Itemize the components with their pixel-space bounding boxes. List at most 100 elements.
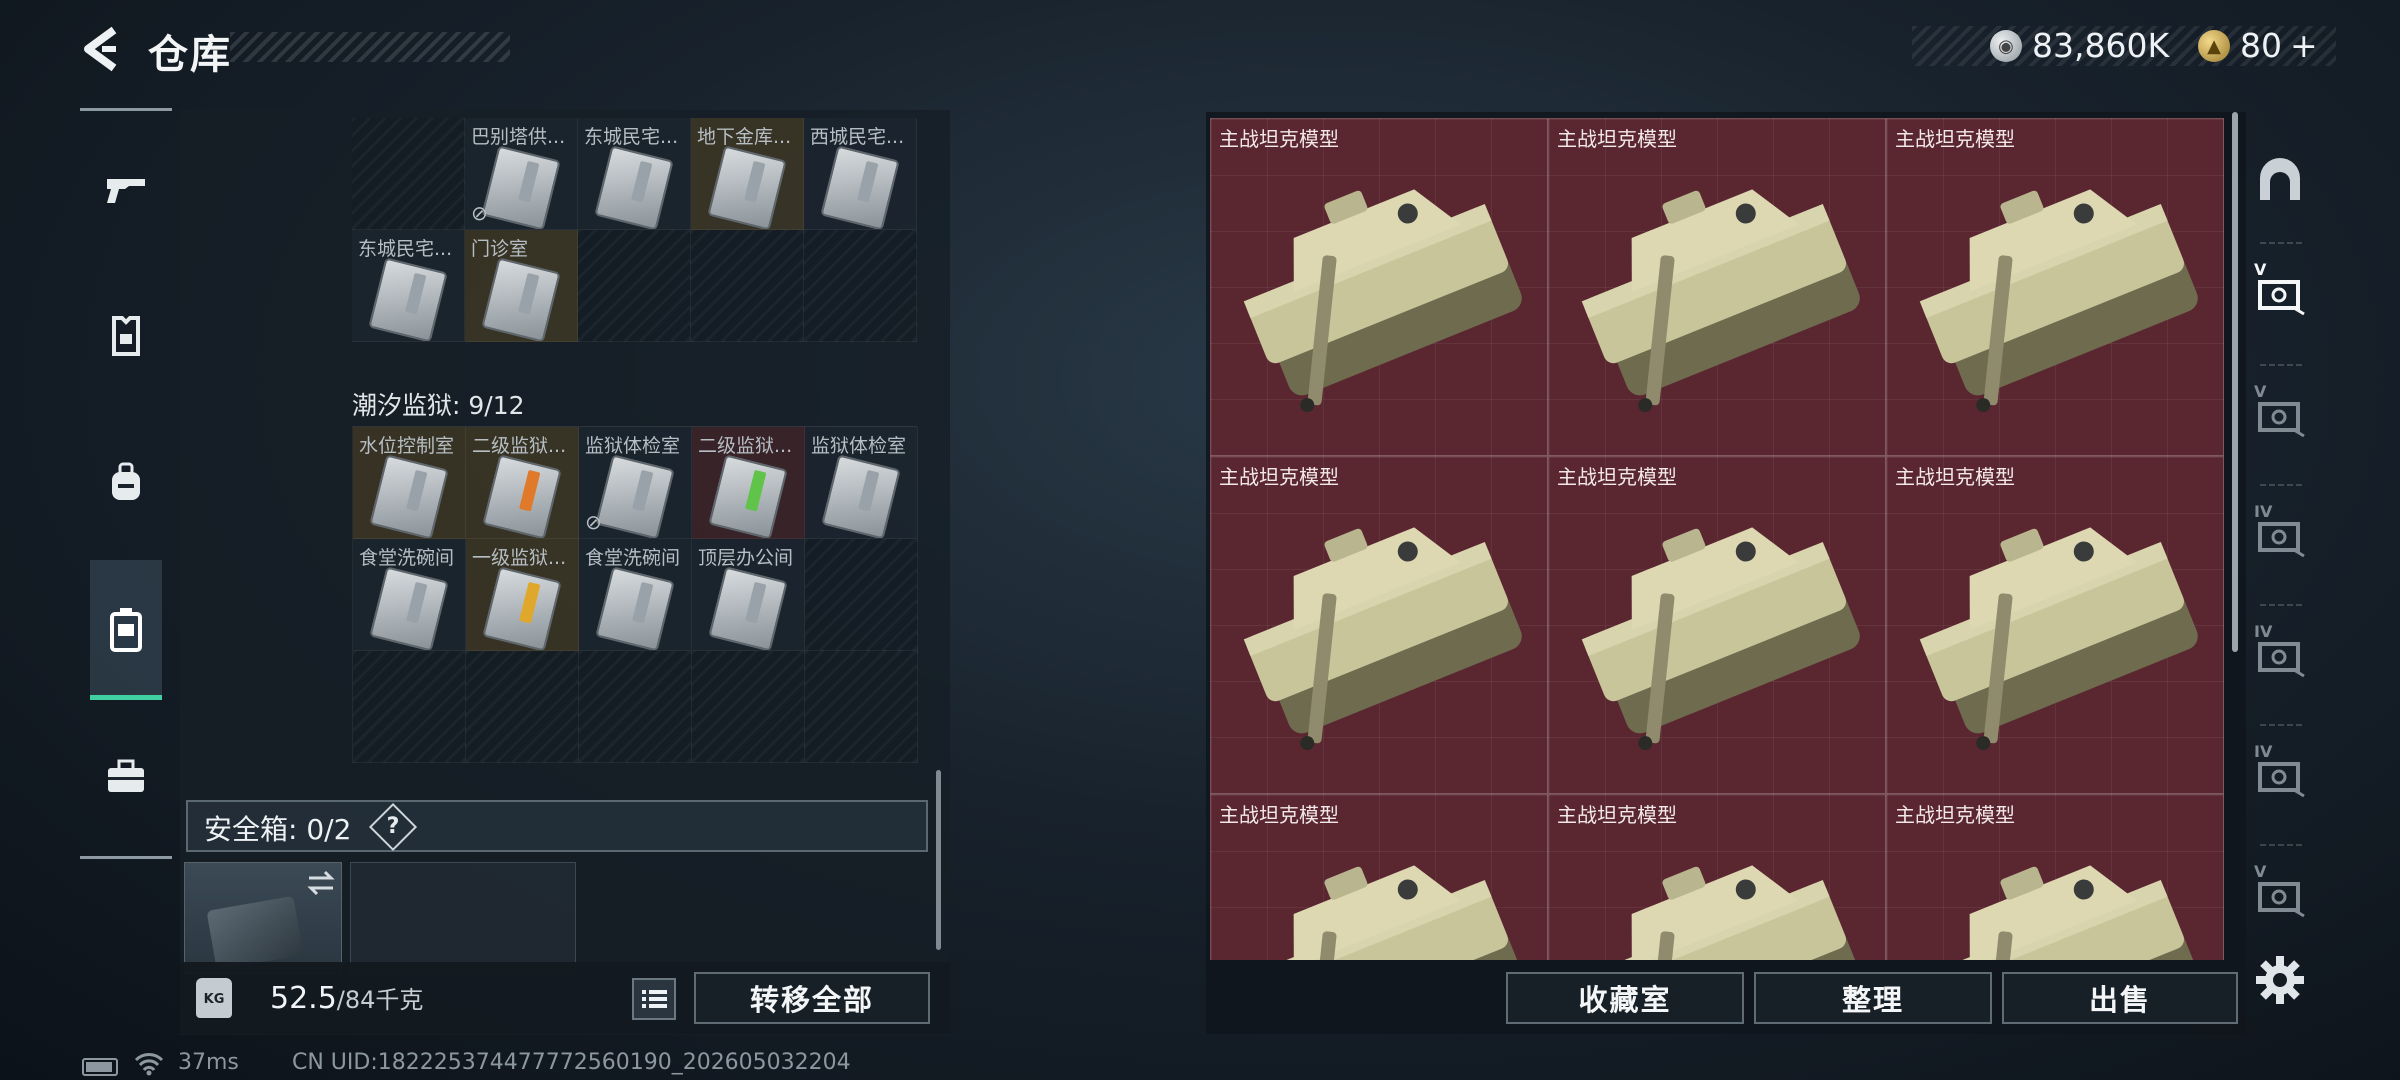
weight-icon: KG [196,978,232,1018]
tank-model-image [1919,527,2198,751]
tank-model-image [1581,865,1860,960]
safe-box-label: 安全箱: 0/2 [204,813,352,846]
rnav-tier-filter[interactable]: V [2248,260,2312,324]
battery-icon [82,1058,118,1076]
tier-label: V [2254,260,2267,279]
keycard-image [482,454,562,538]
collection-room-button[interactable]: 收藏室 [1506,972,1744,1024]
keycard-label: 顶层办公间 [698,547,794,569]
keycard-label: 东城民宅... [584,126,679,148]
keycard-slot[interactable]: 地下金库... [691,118,804,230]
keycard-slot[interactable]: 监狱体检室 [805,427,918,539]
item-tile[interactable]: 主战坦克模型 [1886,118,2224,456]
sell-button[interactable]: 出售 [2002,972,2238,1024]
rnav-tier-filter[interactable]: IV [2248,622,2312,686]
keycard-image [820,145,900,229]
item-label: 主战坦克模型 [1219,465,1339,489]
keycard-label: 东城民宅... [358,238,453,260]
item-tile[interactable]: 主战坦克模型 [1886,794,2224,960]
keycard-slot[interactable]: 二级监狱... [692,427,805,539]
item-tile[interactable]: 主战坦克模型 [1210,456,1548,794]
keycard-slot[interactable]: 顶层办公间 [692,539,805,651]
right-scrollbar[interactable] [2232,112,2238,652]
swap-icon [307,870,335,896]
keycard-slot[interactable]: 二级监狱... [466,427,579,539]
empty-slot [692,651,805,763]
keycard-image [595,454,675,538]
tank-model-image [1243,189,1522,413]
item-tile[interactable]: 主战坦克模型 [1548,456,1886,794]
arch-icon [2260,158,2300,200]
rnav-tier-filter[interactable]: V [2248,862,2312,926]
keycard-slot[interactable]: 西城民宅... [804,118,917,230]
wifi-icon [134,1053,164,1076]
keycard-slot[interactable]: 东城民宅... [352,230,465,342]
item-tile[interactable]: 主战坦克模型 [1886,456,2224,794]
safe-box-item-image [206,895,304,971]
tank-model-image [1243,527,1522,751]
add-gold-button[interactable]: + [2290,26,2318,65]
item-tile[interactable]: 主战坦克模型 [1210,794,1548,960]
section-label: 潮汐监狱: 9/12 [352,391,525,420]
keycard-slot[interactable]: 监狱体检室 ⊘ [579,427,692,539]
transfer-all-button[interactable]: 转移全部 [694,972,930,1024]
keycard-image [482,566,562,650]
keycard-image [369,454,449,538]
nav-toolbox[interactable] [90,740,162,812]
keycard-slot[interactable]: 一级监狱... [466,539,579,651]
nav-backpack[interactable] [90,446,162,518]
keycard-slot[interactable]: 门诊室 [465,230,578,342]
list-view-button[interactable] [632,978,676,1020]
rnav-divider [2260,242,2302,244]
keycard-label: 监狱体检室 [585,435,681,457]
safe-box-slot[interactable] [184,862,342,974]
rnav-all[interactable] [2248,148,2312,212]
item-label: 主战坦克模型 [1219,127,1339,151]
item-tile[interactable]: 主战坦克模型 [1548,794,1886,960]
tank-model-image [1581,527,1860,751]
keycard-slot[interactable]: 东城民宅... [578,118,691,230]
settings-gear-icon[interactable] [2252,952,2308,1008]
empty-slot [466,651,579,763]
keycard-image [708,566,788,650]
briefcase-icon [108,759,144,792]
tank-model-image [1919,189,2198,413]
empty-slot [353,651,466,763]
tier-label: V [2254,382,2267,401]
item-tile[interactable]: 主战坦克模型 [1548,118,1886,456]
safe-box-slot-empty[interactable] [350,862,576,974]
keycard-slot[interactable]: 巴别塔供... ⊘ [465,118,578,230]
nav-divider [80,108,172,111]
organize-button[interactable]: 整理 [1754,972,1992,1024]
armor-vest-icon [112,316,140,356]
keycard-slot[interactable]: 食堂洗碗间 [579,539,692,651]
rnav-tier-filter[interactable]: IV [2248,502,2312,566]
empty-slot [579,651,692,763]
nav-armor[interactable] [90,300,162,372]
empty-slot [352,118,465,230]
keycard-image [594,145,674,229]
keycard-image [708,454,788,538]
case-icon [110,608,142,652]
tank-model-image [1919,865,2198,960]
rnav-divider [2260,844,2302,846]
item-tile[interactable]: 主战坦克模型 [1210,118,1548,456]
empty-slot [691,230,804,342]
rnav-tier-filter[interactable]: V [2248,382,2312,446]
gold-balance: 80 [2240,26,2282,65]
keycard-label: 二级监狱... [472,435,567,457]
nav-container[interactable] [90,594,162,666]
tank-model-image [1581,189,1860,413]
keycard-slot[interactable]: 水位控制室 [353,427,466,539]
keycard-image [368,257,448,341]
container-grid-section: 水位控制室 二级监狱... 监狱体检室 ⊘ 二级监狱... 监狱体检室 食堂洗碗间 一级监狱.… [352,426,918,763]
back-arrow-icon[interactable] [78,24,122,74]
nav-weapons[interactable] [90,154,162,226]
keycard-slot[interactable]: 食堂洗碗间 [353,539,466,651]
list-icon [642,990,667,1008]
rnav-tier-filter[interactable]: IV [2248,742,2312,806]
left-scrollbar[interactable] [936,770,941,950]
tier-label: IV [2254,502,2273,521]
tier-label: IV [2254,622,2273,641]
rnav-divider [2260,724,2302,726]
